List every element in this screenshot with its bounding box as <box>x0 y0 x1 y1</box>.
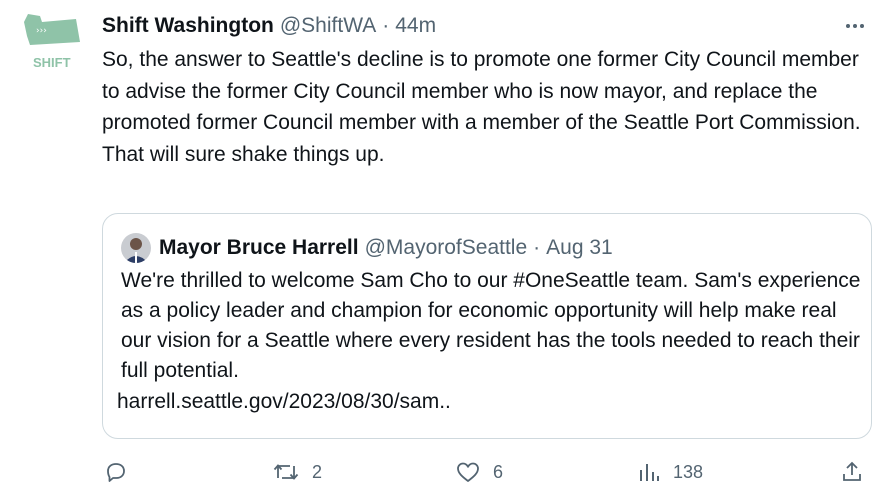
views-icon <box>640 464 659 481</box>
avatar-label: SHIFT <box>33 55 71 70</box>
action-bar: 2 6 138 <box>0 454 888 490</box>
more-icon[interactable] <box>840 14 870 38</box>
quote-handle[interactable]: @MayorofSeattle <box>365 236 528 260</box>
view-count: 138 <box>673 461 704 482</box>
retweet-button[interactable]: 2 <box>272 454 322 490</box>
quote-separator-dot: · <box>533 236 541 259</box>
like-button[interactable]: 6 <box>455 454 503 490</box>
quote-link[interactable]: harrell.seattle.gov/2023/08/30/sam.. <box>117 387 451 417</box>
author-handle[interactable]: @ShiftWA <box>280 14 376 38</box>
tweet-timestamp[interactable]: 44m <box>395 14 436 38</box>
retweet-icon <box>273 464 299 480</box>
like-icon <box>457 462 479 482</box>
shift-washington-avatar[interactable]: ››› SHIFT <box>18 12 88 74</box>
mayor-avatar-icon <box>121 233 151 263</box>
quote-header: Mayor Bruce Harrell @MayorofSeattle · Au… <box>121 232 613 264</box>
tweet-text: So, the answer to Seattle's decline is t… <box>102 48 861 166</box>
author-display-name[interactable]: Shift Washington <box>102 14 274 38</box>
share-icon <box>843 461 861 481</box>
share-button[interactable] <box>840 454 864 490</box>
reply-icon <box>107 463 125 482</box>
retweet-count: 2 <box>312 461 323 482</box>
reply-button[interactable] <box>104 454 140 490</box>
quote-display-name[interactable]: Mayor Bruce Harrell <box>159 236 359 260</box>
separator-dot: · <box>382 14 390 37</box>
tweet-header: Shift Washington @ShiftWA · 44m <box>102 12 840 40</box>
svg-text:›››: ››› <box>36 26 47 36</box>
like-count: 6 <box>493 461 504 482</box>
quoted-tweet[interactable]: Mayor Bruce Harrell @MayorofSeattle · Au… <box>102 213 872 439</box>
quote-timestamp[interactable]: Aug 31 <box>546 236 613 260</box>
shift-logo: ››› SHIFT <box>24 14 80 70</box>
views-button[interactable]: 138 <box>637 454 703 490</box>
quote-avatar[interactable] <box>121 233 151 263</box>
quote-text: We're thrilled to welcome Sam Cho to our… <box>121 269 861 382</box>
